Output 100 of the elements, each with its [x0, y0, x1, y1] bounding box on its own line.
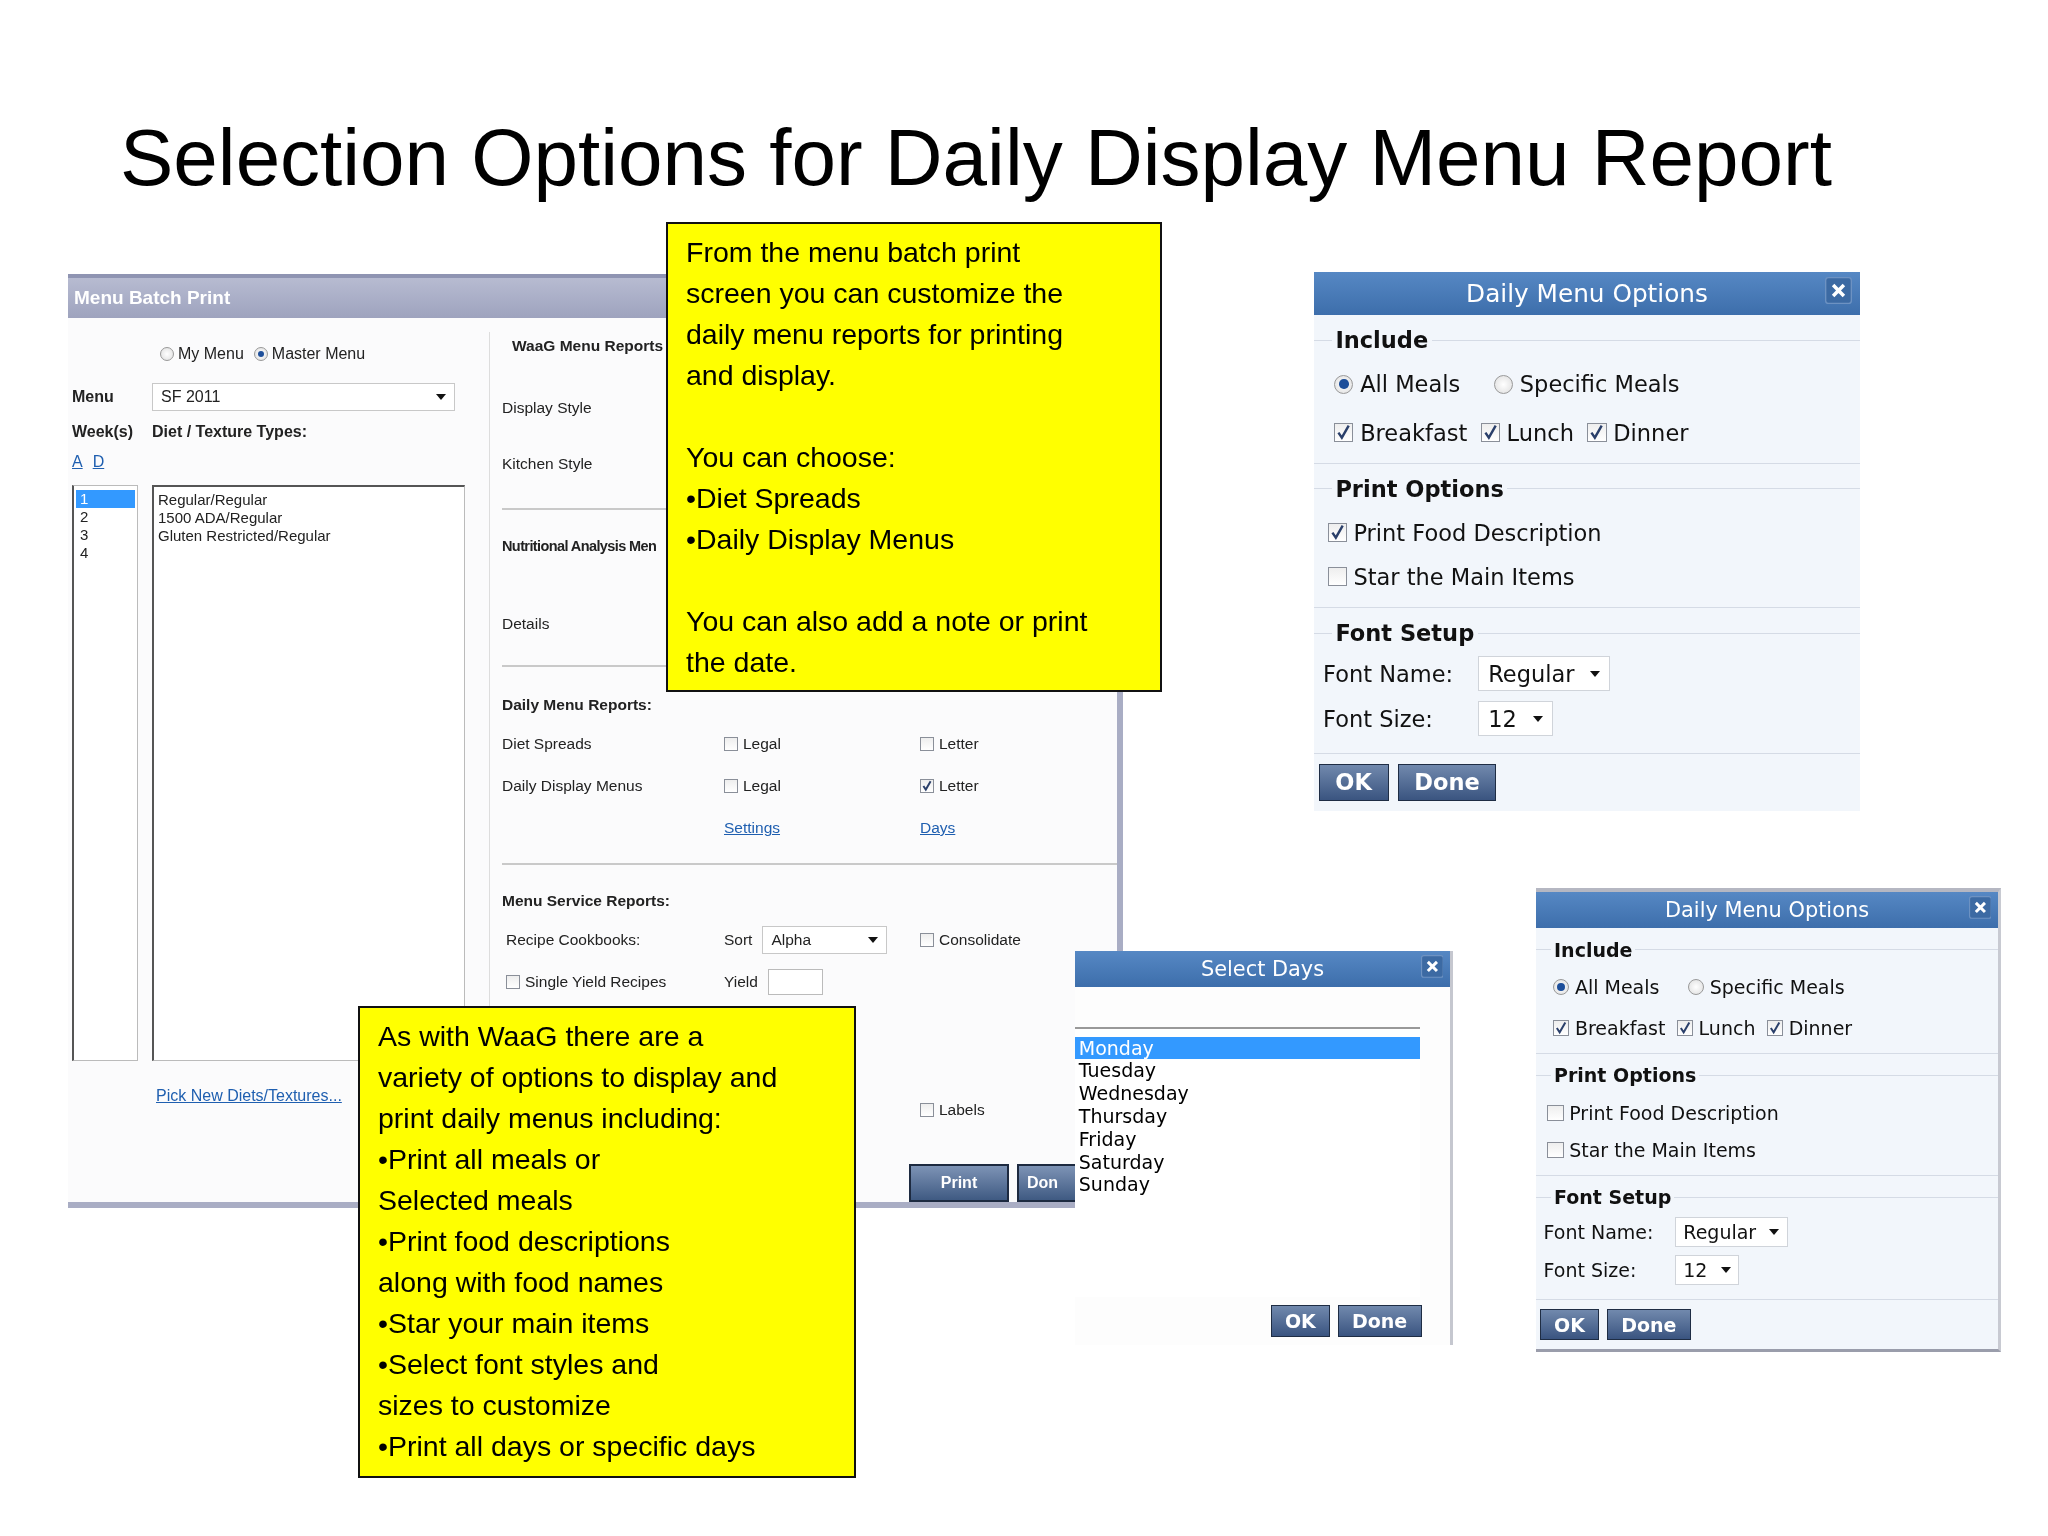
report-link[interactable]: Days — [920, 819, 1090, 837]
close-button[interactable] — [1420, 954, 1444, 978]
report-label: Recipe Cookbooks: — [506, 931, 642, 949]
week-item[interactable]: 4 — [76, 544, 135, 562]
ok-button[interactable]: OK — [1318, 763, 1389, 801]
week-link[interactable]: A — [72, 453, 83, 475]
checkbox-label: Letter — [939, 777, 979, 795]
checkbox-label: Breakfast — [1360, 419, 1468, 446]
checkbox-label: Print Food Description — [1569, 1101, 1779, 1124]
checkbox[interactable] — [920, 1103, 934, 1117]
radio-button[interactable] — [1687, 978, 1705, 995]
checkbox-label: Lunch — [1698, 1016, 1756, 1039]
checkbox[interactable] — [724, 737, 738, 751]
radio-button[interactable] — [160, 347, 174, 361]
done-button[interactable]: Done — [1606, 1308, 1691, 1341]
radio-label: All Meals — [1574, 975, 1660, 998]
checkbox[interactable] — [1587, 423, 1607, 443]
checkbox-label: Star the Main Items — [1569, 1138, 1756, 1161]
dialog-title: Select Days — [1200, 957, 1325, 982]
radio-button[interactable] — [1334, 374, 1354, 394]
caret-icon — [1769, 1228, 1780, 1235]
yield-field[interactable] — [767, 969, 823, 995]
checkbox[interactable] — [1553, 1019, 1570, 1036]
dropdown[interactable]: Regular — [1478, 656, 1611, 691]
checkbox[interactable] — [920, 933, 934, 947]
dialog-title: Daily Menu Options — [1466, 278, 1708, 308]
radio-button[interactable] — [1493, 374, 1514, 394]
menu-label: Menu — [72, 388, 115, 406]
panel-title: Menu Batch Print — [74, 287, 231, 309]
caret-icon — [436, 394, 446, 400]
callout-text: •Select font styles and sizes to customize — [378, 1347, 660, 1423]
callout-text: •Print all meals or Selected meals — [378, 1142, 602, 1218]
checkbox-label: Dinner — [1788, 1016, 1853, 1039]
done-button[interactable]: Done — [1397, 763, 1497, 801]
ok-button[interactable]: OK — [1539, 1308, 1600, 1341]
report-label: Diet Spreads — [502, 735, 593, 753]
menu-select[interactable]: SF 2011 — [152, 383, 455, 411]
checkbox-label: Print Food Description — [1353, 519, 1602, 546]
field-label: Font Name: — [1323, 660, 1455, 687]
checkbox[interactable] — [1480, 423, 1500, 443]
checkbox[interactable] — [1327, 523, 1347, 543]
checkbox[interactable] — [1334, 423, 1354, 443]
field-label: Font Name: — [1543, 1220, 1655, 1243]
section-legend: Print Options — [1332, 475, 1508, 502]
dropdown[interactable]: 12 — [1674, 1255, 1740, 1285]
report-label: Details — [502, 615, 550, 633]
section-legend: Include — [1551, 938, 1636, 961]
pick-diets-link[interactable]: Pick New Diets/Textures... — [156, 1087, 342, 1105]
close-button[interactable] — [1825, 276, 1853, 304]
radio-button[interactable] — [1553, 978, 1570, 995]
checkbox[interactable] — [1327, 567, 1347, 587]
close-button[interactable] — [1968, 895, 1992, 919]
callout-text: From the menu batch print screen you can customize the daily menu reports for printing and display. — [686, 235, 1065, 393]
diet-item[interactable]: Regular/Regular — [158, 491, 464, 509]
diet-types-label: Diet / Texture Types: — [152, 423, 307, 441]
report-label: Kitchen Style — [502, 455, 593, 473]
diet-item[interactable]: 1500 ADA/Regular — [158, 509, 464, 527]
field-label: Font Size: — [1543, 1259, 1638, 1282]
day-item[interactable]: Tuesday — [1075, 1059, 1420, 1083]
section-legend: Font Setup — [1551, 1186, 1675, 1209]
dropdown[interactable]: Regular — [1674, 1217, 1789, 1247]
print-button[interactable]: Print — [909, 1164, 1009, 1202]
checkbox-label: Legal — [743, 777, 781, 795]
callout-text: You can choose: — [686, 440, 897, 475]
checkbox[interactable] — [1547, 1141, 1564, 1158]
week-item[interactable]: 3 — [76, 526, 135, 544]
section-legend: WaaG Menu Reports — [512, 337, 663, 355]
checkbox-label: Labels — [939, 1101, 985, 1119]
dropdown[interactable]: 12 — [1478, 701, 1553, 736]
report-label: Display Style — [502, 399, 592, 417]
caret-icon — [1532, 715, 1543, 722]
section-legend: Print Options — [1551, 1064, 1700, 1087]
radio-label: Master Menu — [271, 345, 366, 363]
checkbox-label: Breakfast — [1574, 1016, 1666, 1039]
weeks-label: Week(s) — [72, 423, 135, 441]
ok-button[interactable]: OK — [1270, 1305, 1331, 1337]
checkbox[interactable] — [1766, 1019, 1783, 1036]
done-button[interactable]: Done — [1337, 1305, 1422, 1337]
week-link[interactable]: D — [92, 453, 105, 475]
caret-icon — [868, 937, 879, 943]
section-legend: Font Setup — [1332, 620, 1478, 647]
day-item[interactable]: Wednesday — [1075, 1082, 1420, 1105]
checkbox[interactable] — [920, 737, 934, 751]
radio-button[interactable] — [253, 347, 268, 361]
diet-item[interactable]: Gluten Restricted/Regular — [158, 527, 464, 545]
radio-label: Specific Meals — [1709, 975, 1845, 998]
checkbox[interactable] — [1547, 1104, 1564, 1121]
week-item[interactable]: 2 — [76, 508, 135, 526]
section-legend: Include — [1332, 327, 1432, 354]
radio-label: Specific Meals — [1519, 371, 1680, 398]
report-link[interactable]: Settings — [724, 819, 920, 837]
checkbox[interactable] — [724, 779, 738, 793]
checkbox[interactable] — [1676, 1019, 1693, 1036]
callout-text: •Print all days or specific days — [378, 1429, 757, 1464]
checkbox[interactable] — [506, 975, 520, 989]
sort-label: Sort — [724, 931, 753, 949]
sort-select[interactable]: Alpha — [762, 926, 888, 954]
day-item[interactable]: Thursday — [1075, 1104, 1420, 1128]
day-item[interactable]: Friday — [1075, 1127, 1420, 1151]
checkbox[interactable] — [920, 779, 934, 793]
